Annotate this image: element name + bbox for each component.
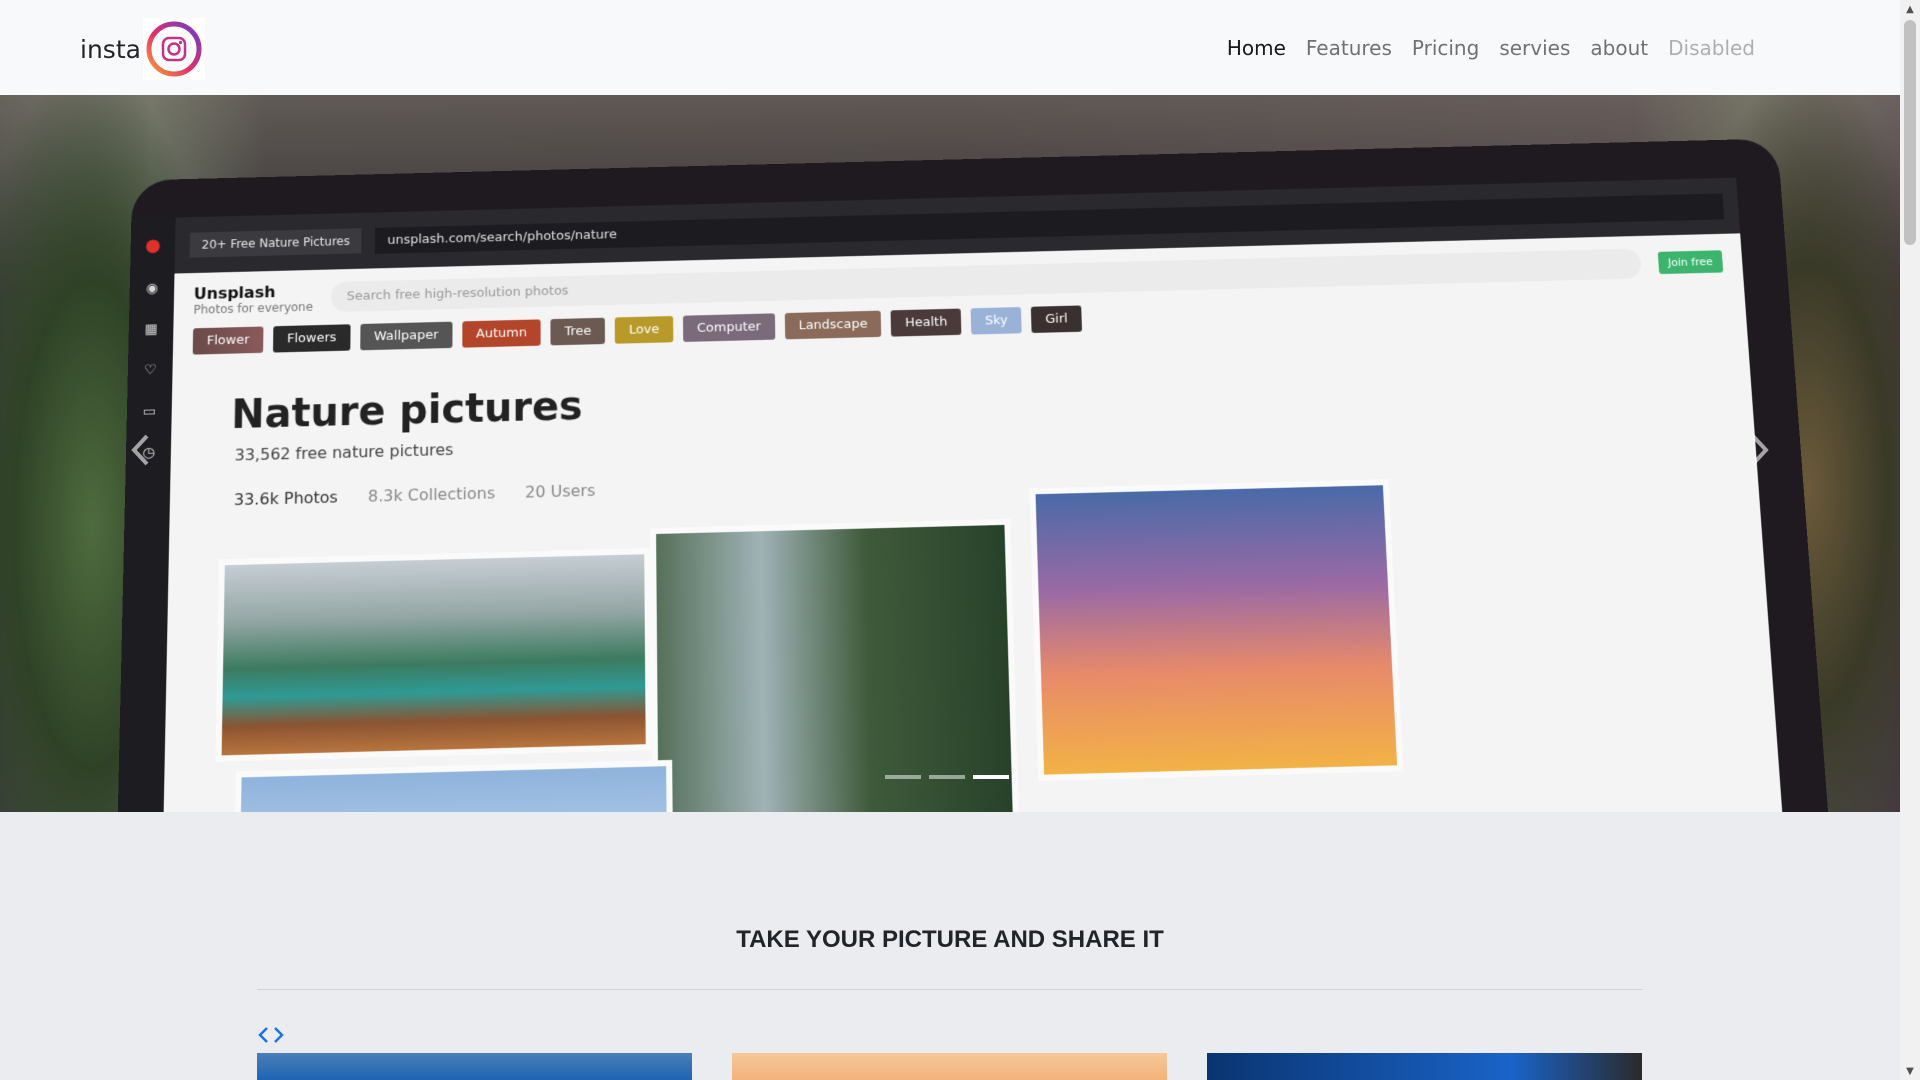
- scroll-up-icon[interactable]: ▲: [1900, 0, 1920, 18]
- carousel-indicator-1[interactable]: [885, 775, 921, 779]
- stat-photos: 33.6k Photos: [233, 487, 338, 510]
- gallery-prev-button[interactable]: [257, 1026, 269, 1048]
- chip: Autumn: [462, 319, 541, 348]
- nav-links: Home Features Pricing servies about Disa…: [1227, 36, 1755, 60]
- navbar: insta Home Features Pricing servies abou…: [0, 0, 1900, 95]
- chevron-left-icon: [131, 434, 149, 466]
- carousel-indicators: [885, 775, 1009, 779]
- carousel-indicator-2[interactable]: [929, 775, 965, 779]
- brand-text: insta: [80, 34, 141, 64]
- chip: Love: [615, 315, 674, 344]
- gallery-card-1[interactable]: [257, 1053, 692, 1080]
- scroll-thumb[interactable]: [1904, 20, 1916, 245]
- chevron-right-icon: [274, 1027, 284, 1043]
- photo-sunset: [1029, 479, 1404, 781]
- carousel-next-button[interactable]: [1720, 375, 1800, 525]
- slide-image-laptop: ● ◉ ▦ ♡ ▭ ◷ 20+ Free Nature Pictures uns…: [115, 138, 1832, 812]
- nav-link-about[interactable]: about: [1590, 36, 1648, 60]
- section-divider: [257, 989, 1643, 990]
- stat-collections: 8.3k Collections: [367, 483, 496, 506]
- gallery-arrows: [257, 1026, 285, 1048]
- chip: Health: [891, 308, 962, 337]
- photo-waterfall-forest: [650, 518, 1022, 812]
- chip: Landscape: [784, 310, 882, 340]
- gallery-card-3[interactable]: [1207, 1053, 1642, 1080]
- section-title: TAKE YOUR PICTURE AND SHARE IT: [736, 926, 1164, 953]
- stat-users: 20 Users: [525, 480, 596, 502]
- chip: Flower: [192, 326, 264, 355]
- browser-tab: 20+ Free Nature Pictures: [189, 228, 362, 258]
- photo-sky: [233, 759, 674, 812]
- chip: Computer: [682, 313, 775, 342]
- chip: Girl: [1031, 305, 1082, 334]
- photo-lake-boat: [215, 548, 652, 762]
- nav-link-home[interactable]: Home: [1227, 36, 1286, 60]
- carousel-indicator-3[interactable]: [973, 775, 1009, 779]
- chevron-right-icon: [1751, 434, 1769, 466]
- opera-icon: ●: [144, 235, 161, 256]
- gallery-card-2[interactable]: [732, 1053, 1167, 1080]
- chip: Sky: [970, 307, 1022, 335]
- carousel-prev-button[interactable]: [100, 375, 180, 525]
- instagram-icon: [142, 18, 205, 80]
- chip: Wallpaper: [360, 321, 453, 351]
- laptop-screen: ● ◉ ▦ ♡ ▭ ◷ 20+ Free Nature Pictures uns…: [115, 177, 1786, 812]
- site-tagline: Photos for everyone: [193, 299, 314, 317]
- chip: Flowers: [273, 324, 351, 353]
- hero-carousel: ● ◉ ▦ ♡ ▭ ◷ 20+ Free Nature Pictures uns…: [0, 95, 1900, 812]
- camera-icon: ◉: [145, 280, 159, 297]
- nav-link-features[interactable]: Features: [1306, 36, 1392, 60]
- page-scrollbar[interactable]: ▲ ▼: [1900, 0, 1920, 1080]
- nav-link-pricing[interactable]: Pricing: [1412, 36, 1479, 60]
- scroll-down-icon[interactable]: ▼: [1900, 1062, 1920, 1080]
- brand-link[interactable]: insta: [80, 18, 205, 80]
- grid-icon: ▦: [144, 321, 158, 338]
- gallery-next-button[interactable]: [273, 1026, 285, 1048]
- nav-link-servies[interactable]: servies: [1499, 36, 1570, 60]
- nav-link-disabled: Disabled: [1668, 36, 1755, 60]
- site-join: Join free: [1657, 250, 1724, 275]
- chevron-left-icon: [258, 1027, 268, 1043]
- chip: Tree: [550, 317, 606, 346]
